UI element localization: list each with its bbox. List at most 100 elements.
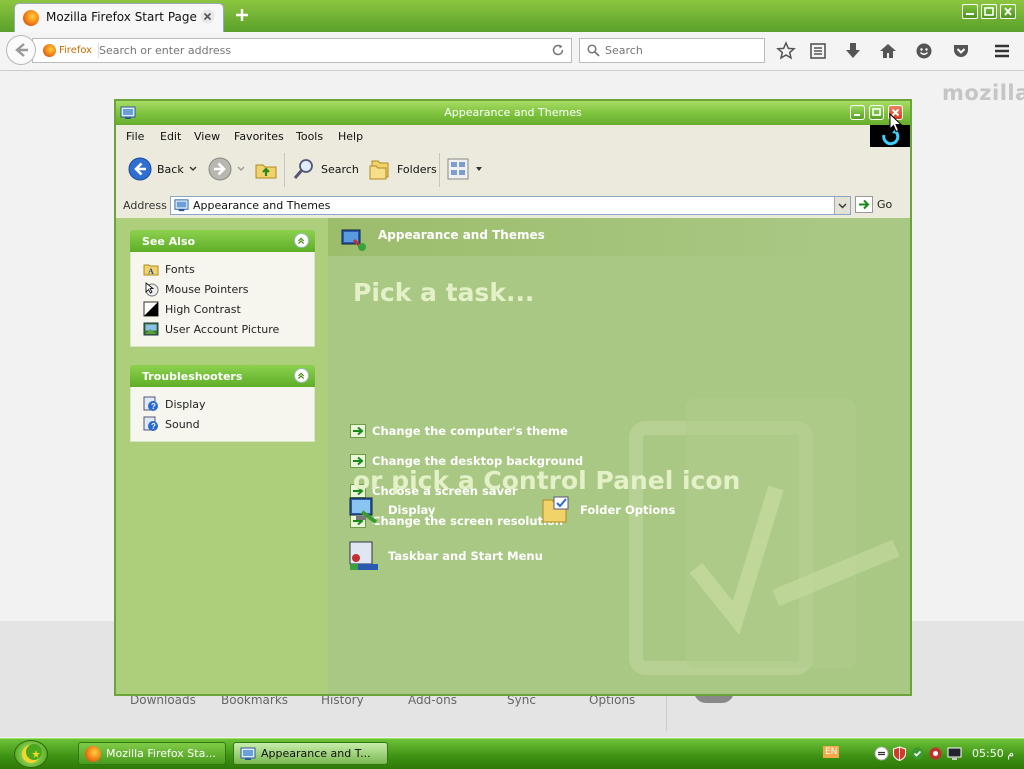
windows-taskbar: Mozilla Firefox Sta... Appearance and T.… xyxy=(0,738,1024,769)
search-input[interactable] xyxy=(605,39,755,62)
mouse-pointers-icon xyxy=(145,282,159,297)
see-also-fonts[interactable]: A Fonts xyxy=(143,259,314,279)
new-tab-plus-icon[interactable] xyxy=(232,5,252,25)
window-toolbar: Back Search Folders xyxy=(116,147,910,194)
task-change-theme[interactable]: Change the computer's theme xyxy=(350,424,568,438)
see-also-label: High Contrast xyxy=(165,302,241,316)
window-titlebar[interactable]: Appearance and Themes xyxy=(116,101,910,125)
menu-tools[interactable]: Tools xyxy=(296,130,323,143)
user-picture-icon xyxy=(143,322,159,336)
identity-box[interactable]: Firefox xyxy=(43,43,100,58)
see-also-mouse-pointers[interactable]: Mouse Pointers xyxy=(143,279,314,299)
collapse-chevron-icon[interactable] xyxy=(294,233,309,248)
forward-button[interactable] xyxy=(208,157,245,181)
fonts-folder-icon: A xyxy=(143,264,159,276)
address-label: Address xyxy=(123,199,167,212)
taskbar-button-firefox[interactable]: Mozilla Firefox Sta... xyxy=(78,742,226,765)
identity-label: Firefox xyxy=(59,45,93,56)
forward-dropdown-icon[interactable] xyxy=(237,165,245,173)
home-icon[interactable] xyxy=(878,41,898,61)
menu-favorites[interactable]: Favorites xyxy=(234,130,284,143)
back-dropdown-icon[interactable] xyxy=(189,165,197,173)
troubleshooters-panel: Troubleshooters ? Display ? Sound xyxy=(130,365,315,442)
firefox-identity-icon xyxy=(43,44,56,57)
svg-text:?: ? xyxy=(151,422,156,431)
reload-icon[interactable] xyxy=(551,43,565,57)
back-arrow-icon xyxy=(128,157,152,181)
task-sidebar: See Also A Fonts Mouse Pointers High Con… xyxy=(116,218,328,694)
up-folder-button[interactable] xyxy=(254,157,278,181)
search-bar[interactable] xyxy=(579,38,765,63)
see-also-header[interactable]: See Also xyxy=(130,230,315,252)
menu-edit[interactable]: Edit xyxy=(160,130,181,143)
folders-icon xyxy=(369,160,389,180)
tab-close-icon[interactable] xyxy=(200,9,215,24)
bookmarks-menu-icon[interactable] xyxy=(808,41,828,61)
browser-nav-bar: Firefox xyxy=(0,32,1024,71)
url-input[interactable] xyxy=(99,39,529,62)
cp-folder-options[interactable]: Folder Options xyxy=(540,494,675,526)
cp-taskbar-start-menu[interactable]: Taskbar and Start Menu xyxy=(348,540,543,572)
toolbar-separator xyxy=(284,153,285,187)
see-also-high-contrast[interactable]: High Contrast xyxy=(143,299,314,319)
troubleshooters-header[interactable]: Troubleshooters xyxy=(130,365,315,387)
see-also-user-account-picture[interactable]: User Account Picture xyxy=(143,319,314,339)
folders-button[interactable]: Folders xyxy=(368,157,437,181)
menu-help[interactable]: Help xyxy=(338,130,363,143)
window-maximize-button[interactable] xyxy=(869,105,884,120)
mouse-cursor-icon xyxy=(889,113,903,133)
go-button[interactable]: Go xyxy=(855,196,892,213)
pocket-icon[interactable] xyxy=(951,41,971,61)
window-menu-bar: File Edit View Favorites Tools Help xyxy=(116,125,910,148)
back-button[interactable]: Back xyxy=(128,157,197,181)
hamburger-menu-icon[interactable] xyxy=(992,41,1012,61)
menu-view[interactable]: View xyxy=(194,130,220,143)
explorer-window: Appearance and Themes File Edit View Fav… xyxy=(114,99,912,696)
tray-shield-icon[interactable] xyxy=(892,746,907,761)
see-also-panel: See Also A Fonts Mouse Pointers High Con… xyxy=(130,230,315,347)
tray-network-icon[interactable] xyxy=(874,746,889,761)
downloads-arrow-icon[interactable] xyxy=(843,41,863,61)
views-dropdown-icon[interactable] xyxy=(475,165,483,173)
troubleshooters-list: ? Display ? Sound xyxy=(130,387,315,442)
chevron-down-icon xyxy=(838,203,847,209)
language-indicator[interactable]: EN xyxy=(823,746,840,758)
firefox-taskbar-icon xyxy=(85,745,101,762)
chat-hello-icon[interactable] xyxy=(914,41,934,61)
category-title: Appearance and Themes xyxy=(378,228,545,242)
troubleshooter-sound[interactable]: ? Sound xyxy=(143,414,314,434)
views-button[interactable] xyxy=(446,157,483,181)
taskbar-button-appearance[interactable]: Appearance and T... xyxy=(233,742,388,765)
bookmark-star-icon[interactable] xyxy=(776,41,796,61)
troubleshooters-title: Troubleshooters xyxy=(142,370,243,383)
browser-minimize-button[interactable] xyxy=(962,4,978,19)
browser-restore-button[interactable] xyxy=(981,4,997,19)
browser-close-button[interactable] xyxy=(1000,4,1016,19)
cp-display[interactable]: Display xyxy=(348,494,435,526)
tray-antivirus-icon[interactable] xyxy=(928,746,943,761)
menu-file[interactable]: File xyxy=(126,130,144,143)
back-button[interactable] xyxy=(6,35,36,65)
address-dropdown-button[interactable] xyxy=(834,197,850,214)
search-label: Search xyxy=(321,162,359,176)
search-magnifier-icon xyxy=(293,159,313,179)
tray-safely-remove-icon[interactable] xyxy=(910,746,925,761)
appearance-watermark-icon xyxy=(629,398,900,675)
browser-tab[interactable]: Mozilla Firefox Start Page xyxy=(14,3,224,32)
go-label: Go xyxy=(877,198,893,211)
window-title: Appearance and Themes xyxy=(444,106,582,119)
appearance-themes-icon xyxy=(341,229,366,252)
task-label: Change the computer's theme xyxy=(372,424,568,438)
address-value: Appearance and Themes xyxy=(193,199,331,212)
see-also-title: See Also xyxy=(142,235,196,248)
url-bar[interactable]: Firefox xyxy=(32,38,572,63)
troubleshooter-display[interactable]: ? Display xyxy=(143,394,314,414)
window-minimize-button[interactable] xyxy=(850,105,865,120)
category-header: Appearance and Themes xyxy=(328,218,838,256)
tray-display-icon[interactable] xyxy=(947,746,962,761)
start-button[interactable] xyxy=(14,740,48,768)
search-button[interactable]: Search xyxy=(292,157,359,181)
collapse-chevron-icon[interactable] xyxy=(294,368,309,383)
address-field[interactable]: Appearance and Themes xyxy=(170,196,851,215)
search-icon xyxy=(587,44,600,57)
